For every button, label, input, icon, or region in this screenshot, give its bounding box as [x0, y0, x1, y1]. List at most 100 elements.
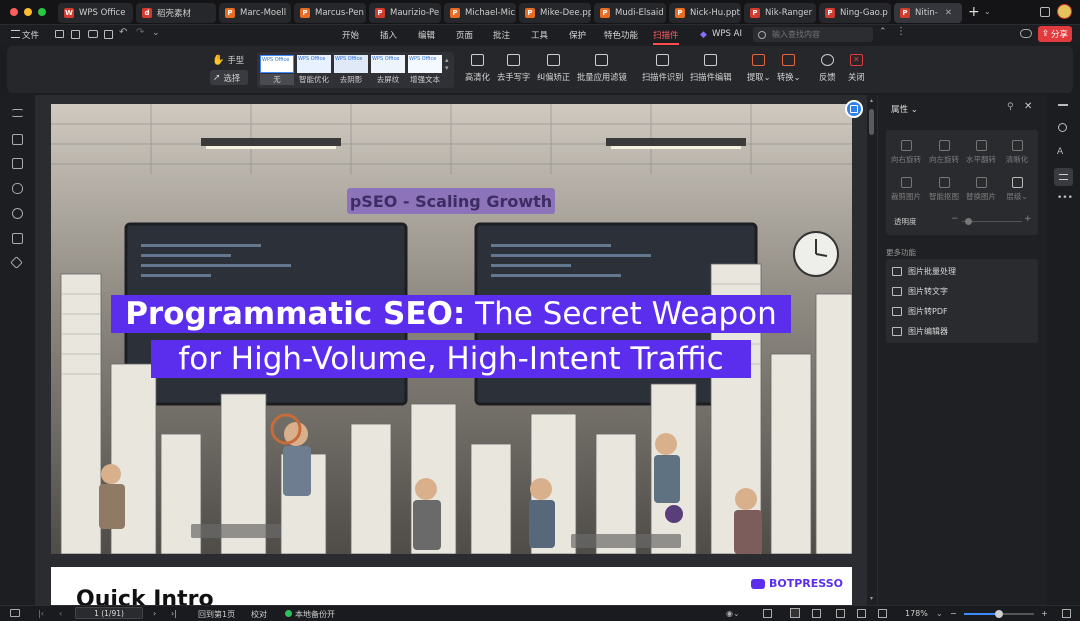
batch-image-item[interactable]: 图片批量处理 [886, 261, 1038, 281]
document-area[interactable]: pSEO - Scaling Growth Programmatic SEO: … [35, 95, 867, 605]
fullscreen-icon[interactable] [1062, 609, 1071, 618]
search-icon[interactable] [1058, 123, 1067, 132]
sidebar-toggle-icon[interactable] [10, 609, 20, 617]
tab-close-icon[interactable]: ✕ [945, 8, 952, 18]
zoom-level[interactable]: 178% [905, 609, 928, 618]
attachment-icon[interactable] [12, 208, 23, 219]
translate-icon[interactable]: A [1057, 147, 1063, 157]
proofread-button[interactable]: 校对 [251, 609, 267, 620]
save-icon[interactable] [71, 30, 80, 39]
minimize-panel-icon[interactable] [1058, 104, 1068, 106]
convert-button[interactable]: 转换⌄ [777, 54, 801, 83]
tab-doc[interactable]: P Maurizio-Pe [369, 3, 441, 23]
filter-none[interactable]: WPS Office 无 [260, 55, 294, 85]
tab-wps-home[interactable]: W WPS Office [58, 3, 133, 23]
menu-item-home[interactable]: 开始 [342, 29, 359, 41]
hamburger-icon[interactable] [11, 30, 20, 38]
hd-button[interactable]: 高清化 [465, 54, 490, 83]
close-scan-button[interactable]: ✕ 关闭 [848, 54, 865, 83]
pin-icon[interactable]: ⚲ [1007, 102, 1014, 112]
tab-doc-active[interactable]: P Nitin- ✕ [894, 3, 962, 23]
opacity-slider[interactable] [962, 218, 1022, 225]
image-to-pdf-item[interactable]: 图片转PDF [886, 301, 1038, 321]
single-page-view-icon[interactable] [763, 609, 772, 618]
feedback-button[interactable]: 反馈 [819, 54, 836, 83]
zoom-dropdown-icon[interactable]: ⌄ [936, 609, 943, 618]
opacity-increase-button[interactable]: + [1024, 214, 1032, 224]
prev-page-icon[interactable]: ‹ [59, 609, 62, 618]
hand-tool-button[interactable]: ✋ 手型 [212, 54, 244, 66]
layers-icon[interactable] [10, 256, 23, 269]
properties-toggle-icon[interactable] [1054, 168, 1073, 186]
scroll-up-icon[interactable]: ▴ [870, 97, 873, 104]
tab-doc[interactable]: P Mike-Dee.pp [519, 3, 591, 23]
batch-filter-button[interactable]: 批量应用滤镜 [577, 54, 627, 83]
zoom-slider[interactable] [964, 610, 1034, 618]
eye-icon[interactable]: ◉⌄ [726, 609, 740, 618]
menu-item-protect[interactable]: 保护 [569, 29, 586, 41]
menu-item-scan[interactable]: 扫描件 [653, 29, 679, 45]
bookmark-icon[interactable] [12, 134, 23, 145]
tab-docer[interactable]: d 稻壳素材 [136, 3, 216, 23]
opacity-decrease-button[interactable]: − [951, 214, 959, 224]
rotate-left-button[interactable]: 向左旋转 [926, 140, 962, 165]
flip-horizontal-button[interactable]: 水平翻转 [963, 140, 999, 165]
replace-image-button[interactable]: 替换图片 [963, 177, 999, 202]
redo-icon[interactable]: ↷ [136, 27, 144, 38]
first-page-icon[interactable]: |‹ [38, 609, 44, 618]
copy-icon[interactable] [12, 233, 23, 244]
rotate-right-button[interactable]: 向右旋转 [888, 140, 924, 165]
next-page-icon[interactable]: › [153, 609, 156, 618]
continuous-view-icon[interactable] [790, 608, 800, 618]
close-panel-icon[interactable]: ✕ [1024, 101, 1032, 112]
more-options-icon[interactable]: ••• [1057, 193, 1073, 203]
chevron-up-icon[interactable]: ⌃ [879, 27, 887, 37]
menu-item-comment[interactable]: 批注 [493, 29, 510, 41]
gallery-scroll-icon[interactable]: ▴ ▾ [445, 56, 449, 72]
thumbnail-icon[interactable] [12, 158, 23, 169]
zoom-out-button[interactable]: − [950, 609, 957, 618]
menu-item-insert[interactable]: 插入 [380, 29, 397, 41]
close-window-button[interactable] [10, 8, 18, 16]
tab-doc[interactable]: P Mudi-Elsaid [594, 3, 666, 23]
comment-icon[interactable] [12, 183, 23, 194]
scan-edit-button[interactable]: 扫描件编辑 [690, 54, 732, 83]
select-tool-button[interactable]: ➚ 选择 [210, 70, 248, 85]
menu-item-edit[interactable]: 编辑 [418, 29, 435, 41]
search-input[interactable] [772, 30, 867, 39]
cloud-icon[interactable] [1020, 29, 1032, 38]
two-page-view-icon[interactable] [812, 609, 821, 618]
menu-file[interactable]: 文件 [22, 29, 39, 41]
filter-shadow[interactable]: WPS Office 去阴影 [334, 55, 368, 85]
undo-icon[interactable]: ↶ [119, 27, 127, 38]
share-button[interactable]: ⇪ 分享 [1038, 26, 1072, 42]
tab-doc[interactable]: P Marc-Moell [219, 3, 291, 23]
menu-item-wps-ai[interactable]: WPS AI [712, 29, 742, 39]
image-editor-item[interactable]: 图片编辑器 [886, 321, 1038, 341]
deskew-button[interactable]: 纠偏矫正 [537, 54, 570, 83]
export-icon[interactable] [104, 30, 113, 39]
fit-page-icon[interactable] [857, 609, 866, 618]
crop-button[interactable]: 裁剪图片 [888, 177, 924, 202]
outline-icon[interactable] [12, 109, 23, 117]
vertical-scrollbar[interactable]: ▴ ▾ [867, 95, 877, 605]
layer-button[interactable]: 层级⌄ [999, 177, 1035, 202]
open-folder-icon[interactable] [55, 30, 64, 38]
back-to-first-page[interactable]: 回到第1页 [198, 609, 235, 620]
new-tab-button[interactable]: + [968, 4, 980, 20]
smart-cutout-button[interactable]: 智能抠图 [926, 177, 962, 202]
panel-title[interactable]: 属性 ⌄ [891, 103, 918, 115]
image-to-text-item[interactable]: 图片转文字 [886, 281, 1038, 301]
filter-moire[interactable]: WPS Office 去屏纹 [371, 55, 405, 85]
sharpen-button[interactable]: 清晰化 [999, 140, 1035, 165]
filter-enhance-text[interactable]: WPS Office 增强文本 [408, 55, 442, 85]
extract-button[interactable]: 提取⌄ [747, 54, 771, 83]
more-icon[interactable]: ⋮ [896, 26, 906, 37]
menu-item-page[interactable]: 页面 [456, 29, 473, 41]
avatar[interactable] [1057, 4, 1072, 19]
last-page-icon[interactable]: ›| [171, 609, 177, 618]
print-icon[interactable] [88, 30, 98, 38]
scan-recognize-button[interactable]: 扫描件识别 [642, 54, 684, 83]
tab-doc[interactable]: P Nik-Ranger [744, 3, 816, 23]
remove-handwriting-button[interactable]: 去手写字 [497, 54, 530, 83]
